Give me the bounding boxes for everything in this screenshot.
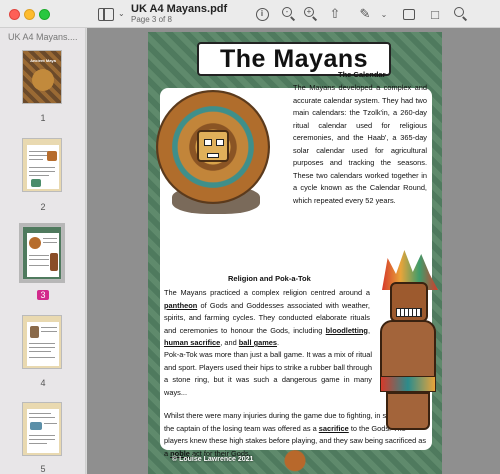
zoom-window-button[interactable] [39, 9, 50, 20]
minimize-window-button[interactable] [24, 9, 35, 20]
keyword-bloodletting: bloodletting [325, 325, 368, 335]
sidebar-icon[interactable] [98, 8, 114, 21]
thumbnail-title: Ancient Maya [30, 58, 56, 63]
page-number-3: 3 [0, 290, 86, 300]
page-thumbnail-1[interactable]: Ancient Maya [22, 50, 62, 104]
page-number-5: 5 [40, 464, 46, 474]
page-number-2: 2 [40, 202, 46, 212]
keyword-pantheon: pantheon [164, 300, 198, 310]
calendar-paragraph: The Mayans developed a complex and accur… [293, 83, 427, 205]
page-thumbnail-2[interactable] [22, 138, 62, 192]
keyword-human-sacrifice: human sacrifice [164, 338, 221, 347]
page-number-1: 1 [40, 113, 46, 123]
page-number-4: 4 [40, 378, 46, 388]
pdf-page: The Mayans The Calendar The Mayans devel… [148, 32, 442, 474]
keyword-ball-games: ball games [238, 338, 277, 347]
page-thumbnail-5[interactable] [22, 402, 62, 456]
chevron-down-icon[interactable]: ⌄ [118, 9, 125, 18]
markup-pen-icon[interactable]: ✎ [357, 6, 373, 22]
pok-a-tok-paragraph: Pok-a-Tok was more than just a ball game… [164, 350, 372, 397]
markup-chevron-down-icon[interactable]: ⌄ [376, 6, 392, 22]
form-fill-icon[interactable]: □ [427, 6, 443, 22]
calendar-heading: The Calendar [338, 70, 386, 79]
sidebar-title: UK A4 Mayans.... [8, 32, 78, 42]
page-thumbnail-4[interactable] [22, 315, 62, 369]
zoom-in-icon[interactable]: + [303, 6, 319, 22]
page-indicator: Page 3 of 8 [131, 15, 172, 24]
mayan-warrior-image [366, 250, 442, 430]
share-icon[interactable]: ⇧ [327, 6, 343, 22]
info-icon[interactable]: i [254, 6, 270, 22]
religion-paragraph: The Mayans practiced a complex religion … [164, 288, 370, 347]
document-title: UK A4 Mayans.pdf [131, 3, 228, 15]
keyword-sacrifice: sacrifice [318, 423, 349, 433]
document-view[interactable]: The Mayans The Calendar The Mayans devel… [87, 28, 500, 474]
mayan-calendar-image [150, 86, 276, 214]
zoom-out-icon[interactable]: - [281, 6, 297, 22]
copyright-notice: © Louise Lawrence 2021 [172, 456, 254, 463]
thumbnail-sidebar: UK A4 Mayans.... Ancient Maya 1 2 3 4 5 [0, 28, 86, 474]
page-thumbnail-3[interactable] [19, 223, 65, 283]
search-icon[interactable] [453, 6, 469, 22]
religion-heading: Religion and Pok-a-Tok [228, 274, 311, 283]
close-window-button[interactable] [9, 9, 20, 20]
title-bar: ⌄ UK A4 Mayans.pdf Page 3 of 8 i - + ⇧ ✎… [0, 0, 500, 28]
rotate-icon[interactable] [401, 6, 417, 22]
